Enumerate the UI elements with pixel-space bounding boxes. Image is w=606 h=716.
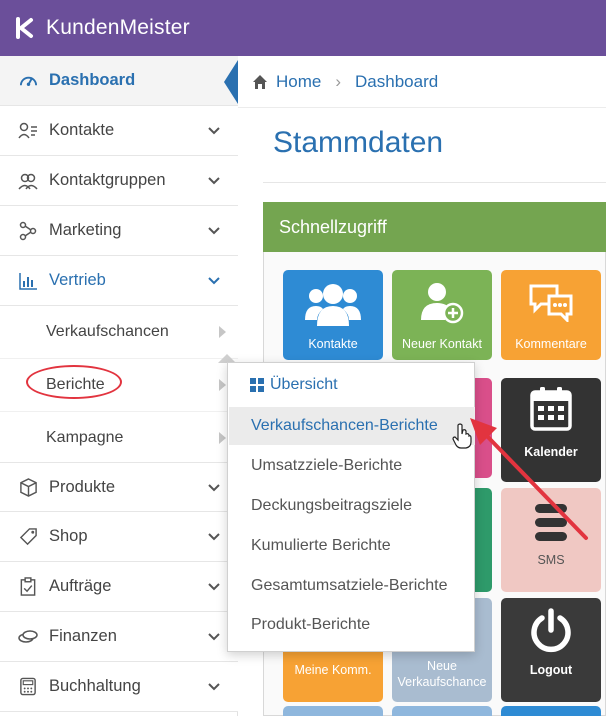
sidebar-subitem-label: Kampagne: [46, 429, 124, 446]
sidebar-item-label: Marketing: [49, 221, 122, 239]
tile-kalender[interactable]: Kalender: [501, 378, 601, 482]
sidebar-item-kontaktgruppen[interactable]: Kontaktgruppen: [0, 156, 238, 206]
sidebar-item-shop[interactable]: Shop: [0, 512, 238, 562]
sidebar-item-auftraege[interactable]: Aufträge: [0, 562, 238, 612]
home-icon[interactable]: [252, 74, 268, 90]
title-divider: [263, 182, 606, 183]
breadcrumb: Home › Dashboard: [238, 56, 606, 108]
chevron-down-icon: [208, 227, 220, 235]
user-add-icon: [392, 282, 492, 324]
flyout-item-produkt-berichte[interactable]: Produkt-Berichte: [229, 606, 475, 644]
network-icon: [18, 221, 38, 241]
logo-icon: [16, 17, 33, 39]
sidebar-item-vertrieb[interactable]: Vertrieb: [0, 256, 238, 306]
tile-label: SMS: [537, 552, 565, 567]
sidebar-item-label: Shop: [49, 527, 88, 545]
flyout-item-kumulierte-berichte[interactable]: Kumulierte Berichte: [229, 527, 475, 565]
tile-kontakte[interactable]: Kontakte: [283, 270, 383, 360]
tag-icon: [18, 527, 38, 547]
top-bar: KundenMeister: [0, 0, 606, 56]
calendar-icon: [501, 386, 601, 432]
sidebar-item-buchhaltung[interactable]: Buchhaltung: [0, 662, 238, 712]
sidebar-item-finanzen[interactable]: Finanzen: [0, 612, 238, 662]
tile-neuer-kontakt[interactable]: Neuer Kontakt: [392, 270, 492, 360]
sidebar-item-label: Dashboard: [49, 71, 136, 89]
tile-row5-a[interactable]: [283, 706, 383, 716]
chevron-down-icon: [208, 127, 220, 135]
clipboard-check-icon: [18, 577, 38, 597]
annotation-circle: [26, 365, 122, 399]
tile-label: Kontakte: [308, 336, 358, 351]
sidebar-item-label: Vertrieb: [49, 271, 106, 289]
bar-chart-icon: [18, 271, 38, 291]
tile-label: Logout: [529, 662, 573, 677]
sidebar-subitem-verkaufschancen[interactable]: Verkaufschancen: [0, 306, 238, 359]
flyout-item-umsatzziele-berichte[interactable]: Umsatzziele-Berichte: [229, 447, 475, 485]
sidebar-item-label: Aufträge: [49, 577, 112, 595]
chevron-down-icon: [208, 277, 220, 285]
comments-icon: [501, 282, 601, 322]
tile-sms[interactable]: SMS: [501, 488, 601, 592]
contacts-icon: [18, 121, 38, 141]
flyout-overview-link[interactable]: Übersicht: [228, 363, 476, 407]
sidebar-item-label: Kontakte: [49, 121, 115, 139]
sidebar-item-label: Finanzen: [49, 627, 117, 645]
active-indicator: [224, 60, 238, 104]
chevron-down-icon: [208, 533, 220, 541]
breadcrumb-home-link[interactable]: Home: [276, 72, 321, 92]
sidebar-item-kontakte[interactable]: Kontakte: [0, 106, 238, 156]
tile-label: Neue Verkaufschance: [397, 658, 487, 689]
power-icon: [501, 608, 601, 654]
calculator-icon: [18, 677, 38, 697]
breadcrumb-separator: ›: [335, 71, 342, 91]
users-icon: [283, 282, 383, 328]
berichte-flyout-menu: Übersicht Verkaufschancen-Berichte Umsat…: [227, 362, 475, 652]
sidebar: Dashboard Kontakte Kontaktgruppen Market…: [0, 56, 238, 716]
chevron-down-icon: [208, 683, 220, 691]
tile-label: Neuer Kontakt: [402, 336, 482, 351]
tile-label: Meine Komm.: [294, 662, 372, 677]
group-icon: [18, 171, 38, 191]
tile-row5-c[interactable]: [501, 706, 601, 716]
caret-right-icon: [219, 432, 226, 444]
hand-cursor-icon: [452, 423, 472, 449]
tile-logout[interactable]: Logout: [501, 598, 601, 702]
chevron-down-icon: [208, 484, 220, 492]
sidebar-subitem-berichte[interactable]: Berichte: [0, 359, 238, 412]
grid-icon: [250, 378, 264, 392]
caret-right-icon: [219, 379, 226, 391]
panel-header: Schnellzugriff: [263, 202, 606, 252]
page-title: Stammdaten: [273, 126, 444, 159]
tile-row5-b[interactable]: [392, 706, 492, 716]
sidebar-subitem-kampagne[interactable]: Kampagne: [0, 412, 238, 465]
sidebar-item-label: Produkte: [49, 477, 116, 496]
flyout-item-deckungsbeitragsziele[interactable]: Deckungsbeitragsziele: [229, 487, 475, 525]
sidebar-item-label: Kontaktgruppen: [49, 171, 166, 189]
coins-icon: [18, 627, 38, 647]
sidebar-subitem-label: Verkaufschancen: [46, 323, 169, 340]
app-title: KundenMeister: [46, 16, 190, 39]
box-icon: [18, 477, 38, 497]
flyout-overview-label: Übersicht: [270, 376, 338, 393]
chevron-down-icon: [208, 583, 220, 591]
chevron-down-icon: [208, 177, 220, 185]
sidebar-item-dashboard[interactable]: Dashboard: [0, 56, 238, 106]
gauge-icon: [18, 71, 38, 91]
sidebar-item-label: Buchhaltung: [49, 677, 141, 695]
sidebar-item-produkte[interactable]: Produkte: [0, 462, 238, 512]
caret-right-icon: [219, 326, 226, 338]
chevron-down-icon: [208, 633, 220, 641]
tile-label: Kalender: [524, 444, 578, 459]
flyout-item-gesamtumsatziele-berichte[interactable]: Gesamtumsatziele-Berichte: [229, 567, 475, 605]
flyout-item-verkaufschancen-berichte[interactable]: Verkaufschancen-Berichte: [229, 407, 475, 445]
tile-kommentare[interactable]: Kommentare: [501, 270, 601, 360]
sidebar-item-marketing[interactable]: Marketing: [0, 206, 238, 256]
breadcrumb-current[interactable]: Dashboard: [355, 72, 438, 92]
sms-icon: [501, 500, 601, 544]
tile-label: Kommentare: [515, 336, 587, 351]
